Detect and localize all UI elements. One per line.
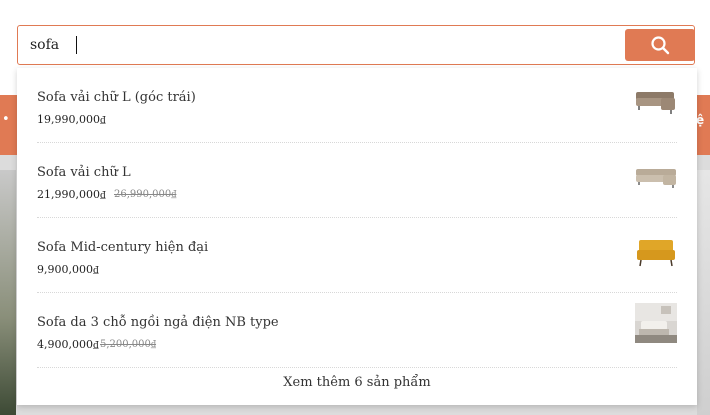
suggestion-price: 4,900,000₫	[37, 338, 99, 351]
suggestion-item[interactable]: Sofa da 3 chỗ ngồi ngả điện NB type 4,90…	[17, 293, 697, 368]
search-bar	[17, 25, 695, 65]
divider	[37, 367, 677, 368]
product-thumbnail	[635, 303, 677, 343]
product-thumbnail	[636, 92, 675, 114]
suggestion-item[interactable]: Sofa vải chữ L 21,990,000₫ 26,990,000₫	[17, 143, 697, 218]
search-input[interactable]	[30, 33, 620, 57]
suggestion-price: 21,990,000₫	[37, 188, 106, 201]
suggestion-name: Sofa da 3 chỗ ngồi ngả điện NB type	[37, 315, 279, 330]
background-nav-glyph: •	[2, 112, 10, 127]
suggestion-price: 9,900,000₫	[37, 263, 99, 276]
search-button[interactable]	[625, 29, 695, 61]
product-thumbnail	[637, 240, 675, 267]
suggestion-name: Sofa Mid-century hiện đại	[37, 240, 209, 255]
suggestion-name: Sofa vải chữ L (góc trái)	[37, 90, 196, 105]
see-more-products-link[interactable]: Xem thêm 6 sản phẩm	[17, 375, 697, 390]
background-hero-right-edge	[697, 170, 710, 415]
suggestion-name: Sofa vải chữ L	[37, 165, 131, 180]
product-thumbnail	[636, 169, 676, 188]
search-icon	[651, 36, 670, 55]
suggestion-item[interactable]: Sofa vải chữ L (góc trái) 19,990,000₫	[17, 68, 697, 143]
suggestion-price: 19,990,000₫	[37, 113, 106, 126]
background-nav-text: ệ	[696, 113, 705, 127]
suggestion-item[interactable]: Sofa Mid-century hiện đại 9,900,000₫	[17, 218, 697, 293]
text-caret	[76, 36, 77, 54]
search-suggestions-dropdown: Sofa vải chữ L (góc trái) 19,990,000₫ So…	[17, 68, 697, 405]
background-hero-left-edge	[0, 170, 16, 415]
suggestion-old-price: 26,990,000₫	[114, 189, 177, 200]
suggestion-old-price: 5,200,000₫	[100, 339, 157, 350]
